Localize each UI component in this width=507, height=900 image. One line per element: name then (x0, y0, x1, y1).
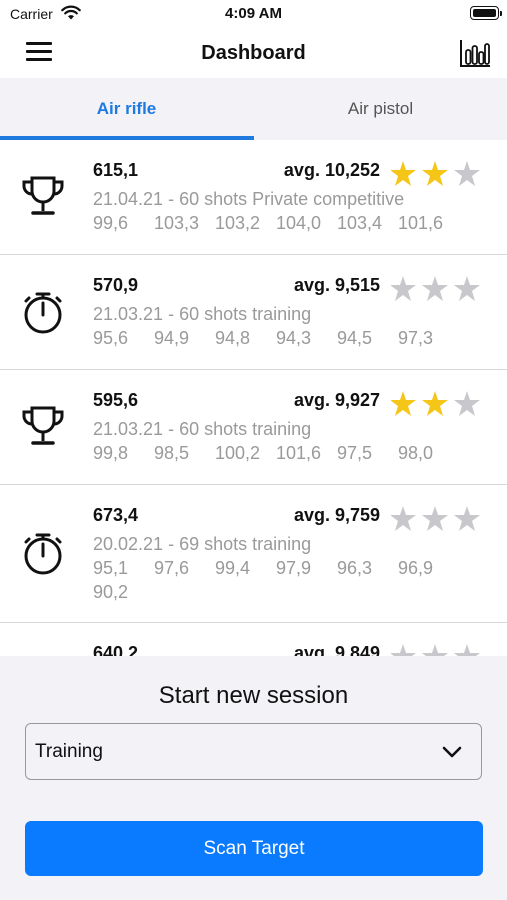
session-score: 570,9 (93, 275, 139, 295)
star-icon (391, 506, 416, 531)
session-details: 21.03.21 - 60 shots training (93, 304, 312, 324)
session-row[interactable]: 673,4 avg. 9,759 20.02.21 - 69 shots tra… (0, 485, 507, 623)
session-row[interactable]: 615,1 avg. 10,252 21.04.21 - 60 shots Pr… (0, 140, 507, 255)
star-icon (454, 161, 480, 186)
session-score: 595,6 (93, 390, 139, 410)
rating-stars (391, 644, 480, 656)
session-average: avg. 9,849 (293, 643, 380, 656)
navigation-bar: Dashboard (0, 28, 507, 78)
session-details: 21.03.21 - 60 shots training (93, 419, 312, 439)
new-session-heading: Start new session (158, 682, 349, 709)
star-icon (454, 276, 480, 301)
star-icon (422, 506, 448, 531)
weapon-tabs: Air rifle Air pistol (0, 78, 507, 140)
session-average: avg. 9,927 (293, 390, 380, 410)
star-icon (422, 391, 448, 416)
star-icon (391, 644, 416, 656)
status-bar: Carrier 4:09 AM (0, 0, 507, 28)
session-score: 673,4 (93, 505, 139, 525)
series-scores: 99,6 103,3 103,2 104,0 103,4 101,6 (93, 213, 444, 233)
star-icon (422, 644, 448, 656)
chevron-down-icon (442, 746, 462, 758)
series-scores: 95,1 97,6 99,4 97,9 96,3 96,990,2 (93, 558, 434, 602)
new-session-panel: Start new session Training Scan Target (0, 656, 507, 900)
rating-stars (391, 391, 480, 416)
trophy-icon (22, 406, 64, 445)
tab-air-rifle[interactable]: Air rifle (0, 78, 253, 140)
clock: 4:09 AM (225, 5, 282, 22)
rating-stars (391, 276, 480, 301)
tab-air-pistol[interactable]: Air pistol (254, 78, 507, 140)
battery-icon (470, 6, 502, 20)
series-scores: 99,8 98,5 100,2 101,6 97,5 98,0 (93, 443, 434, 463)
session-row[interactable]: 595,6 avg. 9,927 21.03.21 - 60 shots tra… (0, 370, 507, 485)
session-details: 21.04.21 - 60 shots Private competitive (93, 189, 405, 209)
session-type-value: Training (35, 741, 103, 762)
star-icon (391, 161, 416, 186)
star-icon (454, 506, 480, 531)
star-icon (454, 391, 480, 416)
session-average: avg. 10,252 (283, 160, 380, 180)
session-type-select[interactable]: Training (25, 723, 482, 780)
session-average: avg. 9,759 (293, 505, 380, 525)
session-details: 20.02.21 - 69 shots training (93, 534, 312, 554)
session-score: 615,1 (93, 160, 139, 180)
star-icon (391, 276, 416, 301)
trophy-icon (22, 176, 64, 215)
rating-stars (391, 506, 480, 531)
series-scores: 95,6 94,9 94,8 94,3 94,5 97,3 (93, 328, 434, 348)
star-icon (391, 391, 416, 416)
session-row[interactable]: 570,9 avg. 9,515 21.03.21 - 60 shots tra… (0, 255, 507, 370)
stopwatch-icon (24, 292, 62, 334)
star-icon (422, 276, 448, 301)
rating-stars (391, 161, 480, 186)
page-title: Dashboard (201, 42, 306, 64)
session-average: avg. 9,515 (293, 275, 380, 295)
stopwatch-icon (24, 533, 62, 575)
session-list[interactable]: 615,1 avg. 10,252 21.04.21 - 60 shots Pr… (0, 140, 507, 656)
star-icon (454, 644, 480, 656)
scan-target-button[interactable]: Scan Target (25, 821, 483, 876)
session-score: 640,2 (93, 643, 139, 656)
session-row[interactable]: 640,2 avg. 9,849 (0, 623, 507, 656)
bar-chart-icon[interactable] (459, 38, 491, 68)
star-icon (422, 161, 448, 186)
